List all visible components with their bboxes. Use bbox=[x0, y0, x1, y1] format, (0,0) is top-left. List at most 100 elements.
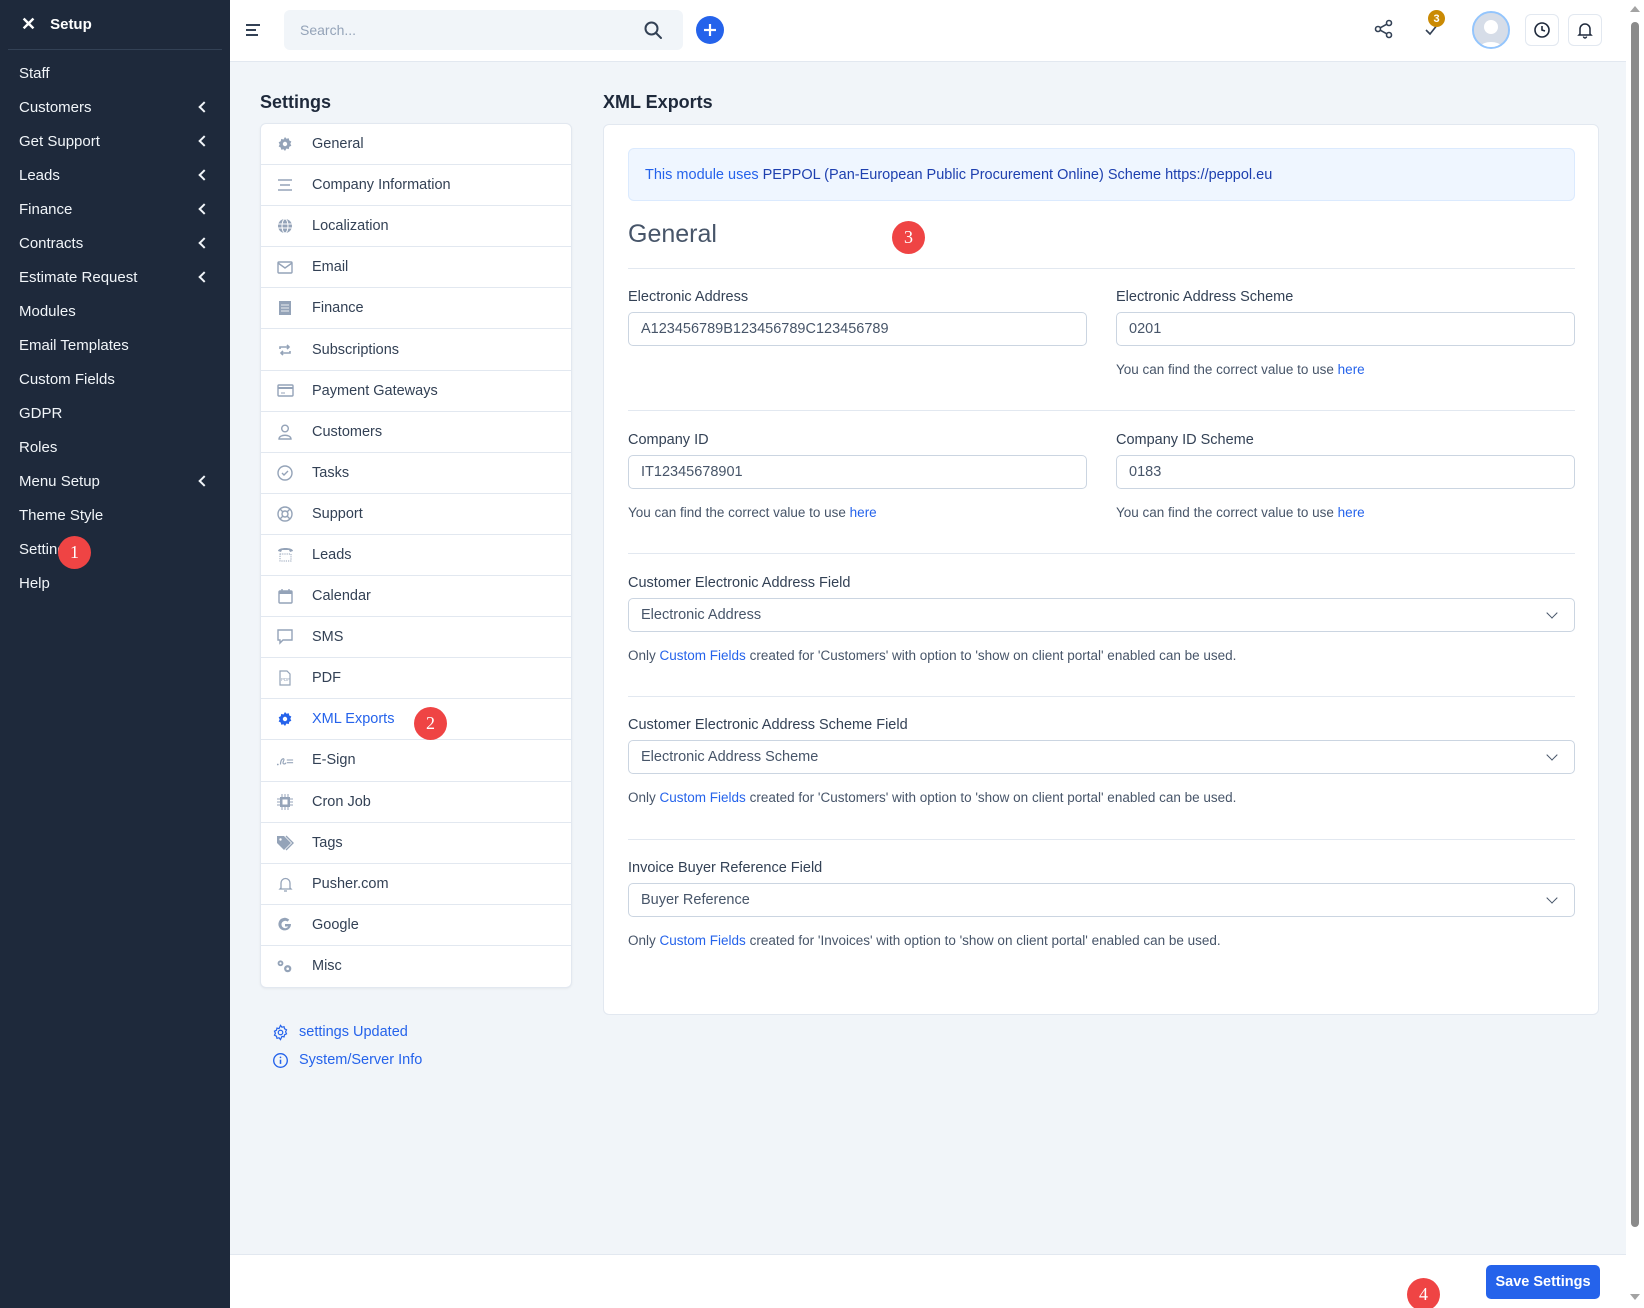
share-icon[interactable] bbox=[1374, 19, 1394, 39]
page-scrollbar[interactable] bbox=[1626, 0, 1644, 1308]
close-icon[interactable]: ✕ bbox=[21, 14, 36, 35]
lifebuoy-icon bbox=[276, 505, 294, 523]
sidebar-item-label: Custom Fields bbox=[19, 370, 115, 388]
custom-fields-link[interactable]: Custom Fields bbox=[660, 648, 746, 663]
settings-nav-label: Payment Gateways bbox=[312, 382, 438, 399]
sidebar-item-label: Customers bbox=[19, 98, 92, 116]
sidebar-item-menu-setup[interactable]: Menu Setup bbox=[0, 464, 230, 498]
alert-prefix: This module uses bbox=[645, 166, 759, 183]
gears-icon bbox=[276, 957, 294, 975]
settings-nav-item-tasks[interactable]: Tasks bbox=[261, 453, 571, 494]
sidebar-item-settings[interactable]: Settings bbox=[0, 532, 230, 566]
help-text: created for 'Customers' with option to '… bbox=[749, 648, 1237, 663]
sidebar-item-modules[interactable]: Modules bbox=[0, 294, 230, 328]
settings-updated-link[interactable]: settings Updated bbox=[272, 1018, 422, 1046]
settings-nav-item-cron-job[interactable]: Cron Job bbox=[261, 782, 571, 823]
sidebar-item-staff[interactable]: Staff bbox=[0, 56, 230, 90]
signature-icon bbox=[276, 751, 294, 769]
settings-nav-item-support[interactable]: Support bbox=[261, 494, 571, 535]
peppol-info-alert: This module uses PEPPOL (Pan-European Pu… bbox=[628, 148, 1575, 201]
sidebar-title: Setup bbox=[50, 16, 92, 33]
pdf-icon: PDF bbox=[276, 669, 294, 687]
custom-fields-link[interactable]: Custom Fields bbox=[660, 933, 746, 948]
help-here-link[interactable]: here bbox=[1338, 505, 1365, 520]
notifications-button[interactable] bbox=[1568, 14, 1602, 46]
sidebar-item-label: Leads bbox=[19, 166, 60, 184]
menu-icon[interactable] bbox=[246, 24, 260, 39]
check-circle-icon bbox=[276, 464, 294, 482]
company-id-input[interactable] bbox=[628, 455, 1087, 489]
settings-nav-item-calendar[interactable]: Calendar bbox=[261, 576, 571, 618]
annotation-marker-3: 3 bbox=[892, 221, 925, 254]
avatar[interactable] bbox=[1472, 11, 1510, 49]
scroll-down-arrow[interactable] bbox=[1630, 1294, 1640, 1300]
sidebar-item-email-templates[interactable]: Email Templates bbox=[0, 328, 230, 362]
settings-nav-label: Customers bbox=[312, 423, 383, 440]
company-id-scheme-group: Company ID Scheme You can find the corre… bbox=[1116, 432, 1575, 520]
company-id-scheme-input[interactable] bbox=[1116, 455, 1575, 489]
chevron-left-icon bbox=[198, 237, 210, 249]
help-here-link[interactable]: here bbox=[1338, 362, 1365, 377]
save-settings-button[interactable]: Save Settings bbox=[1486, 1265, 1600, 1299]
settings-nav-item-localization[interactable]: Localization bbox=[261, 206, 571, 248]
sidebar-item-finance[interactable]: Finance bbox=[0, 192, 230, 226]
settings-nav-item-misc[interactable]: Misc bbox=[261, 946, 571, 987]
settings-nav-item-general[interactable]: General bbox=[261, 124, 571, 166]
search-icon[interactable] bbox=[643, 20, 663, 43]
clock-button[interactable] bbox=[1525, 14, 1559, 46]
settings-nav-item-payment-gateways[interactable]: Payment Gateways bbox=[261, 371, 571, 412]
settings-nav-item-tags[interactable]: Tags bbox=[261, 823, 571, 864]
settings-nav-label: General bbox=[312, 136, 364, 153]
annotation-marker-1: 1 bbox=[58, 536, 91, 569]
electronic-address-scheme-input[interactable] bbox=[1116, 312, 1575, 346]
sidebar-item-contracts[interactable]: Contracts bbox=[0, 226, 230, 260]
settings-nav-item-pdf[interactable]: PDF PDF bbox=[261, 658, 571, 700]
sidebar-item-label: Get Support bbox=[19, 132, 100, 150]
divider bbox=[628, 410, 1575, 411]
custom-fields-link[interactable]: Custom Fields bbox=[660, 790, 746, 805]
sidebar-item-theme-style[interactable]: Theme Style bbox=[0, 498, 230, 532]
sidebar-item-custom-fields[interactable]: Custom Fields bbox=[0, 362, 230, 396]
settings-nav-item-pusher-com[interactable]: Pusher.com bbox=[261, 864, 571, 905]
scroll-thumb[interactable] bbox=[1631, 22, 1639, 1227]
sidebar-item-help[interactable]: Help bbox=[0, 566, 230, 600]
settings-nav-item-leads[interactable]: Leads bbox=[261, 535, 571, 577]
sidebar-item-roles[interactable]: Roles bbox=[0, 430, 230, 464]
invoice-buyer-reference-field-select[interactable]: Buyer Reference bbox=[628, 883, 1575, 917]
invoice-buyer-reference-field-label: Invoice Buyer Reference Field bbox=[628, 860, 823, 876]
sidebar-item-gdpr[interactable]: GDPR bbox=[0, 396, 230, 430]
help-here-link[interactable]: here bbox=[850, 505, 877, 520]
settings-nav-item-subscriptions[interactable]: Subscriptions bbox=[261, 329, 571, 371]
settings-nav-item-customers[interactable]: Customers bbox=[261, 412, 571, 453]
customer-electronic-address-field-select[interactable]: Electronic Address bbox=[628, 598, 1575, 632]
help-text: Only bbox=[628, 790, 656, 805]
company-id-help: You can find the correct value to use he… bbox=[628, 505, 1087, 520]
customer-electronic-address-scheme-field-select[interactable]: Electronic Address Scheme bbox=[628, 740, 1575, 774]
help-text: You can find the correct value to use bbox=[628, 505, 846, 520]
settings-nav-item-google[interactable]: Google bbox=[261, 905, 571, 946]
xml-exports-panel: This module uses PEPPOL (Pan-European Pu… bbox=[603, 124, 1599, 1015]
sidebar-item-leads[interactable]: Leads bbox=[0, 158, 230, 192]
sidebar-item-get-support[interactable]: Get Support bbox=[0, 124, 230, 158]
customer-electronic-address-scheme-field-help: Only Custom Fields created for 'Customer… bbox=[628, 790, 1575, 805]
settings-nav-item-sms[interactable]: SMS bbox=[261, 617, 571, 659]
system-server-info-link[interactable]: System/Server Info bbox=[272, 1046, 422, 1074]
settings-nav-item-email[interactable]: Email bbox=[261, 247, 571, 289]
settings-nav-item-finance[interactable]: Finance bbox=[261, 288, 571, 330]
settings-nav-label: Finance bbox=[312, 300, 364, 317]
annotation-marker-2: 2 bbox=[414, 707, 447, 740]
company-id-label: Company ID bbox=[628, 432, 709, 448]
sidebar-item-customers[interactable]: Customers bbox=[0, 90, 230, 124]
divider bbox=[628, 268, 1575, 269]
settings-nav-item-company-information[interactable]: Company Information bbox=[261, 165, 571, 207]
quick-create-button[interactable] bbox=[696, 16, 724, 44]
search-input[interactable] bbox=[284, 22, 624, 38]
scroll-up-arrow[interactable] bbox=[1630, 6, 1640, 12]
settings-nav-label: Leads bbox=[312, 546, 352, 563]
settings-nav-label: Subscriptions bbox=[312, 341, 400, 358]
help-text: created for 'Invoices' with option to 's… bbox=[749, 933, 1221, 948]
chevron-left-icon bbox=[198, 203, 210, 215]
settings-nav-item-e-sign[interactable]: E-Sign bbox=[261, 740, 571, 782]
sidebar-item-estimate-request[interactable]: Estimate Request bbox=[0, 260, 230, 294]
electronic-address-input[interactable] bbox=[628, 312, 1087, 346]
